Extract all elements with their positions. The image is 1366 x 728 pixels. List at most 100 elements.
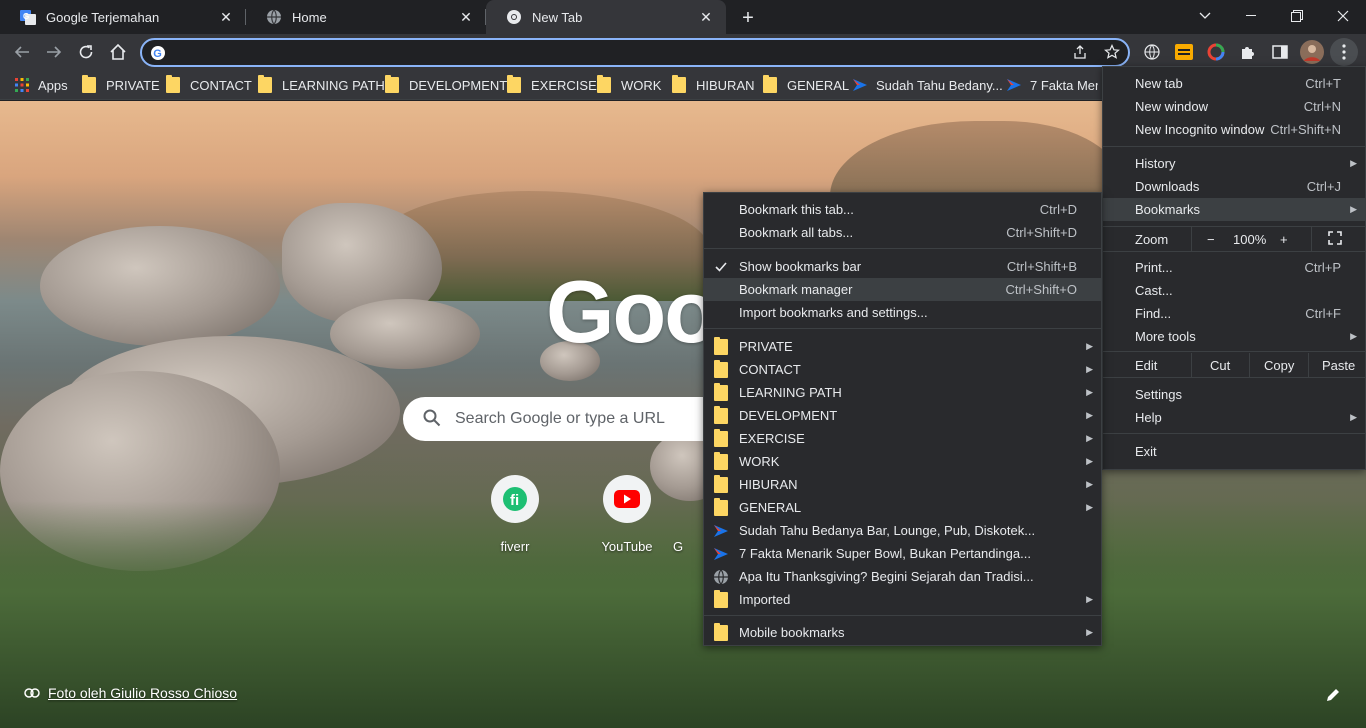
bookmark-folder-contact[interactable]: CONTACT ▶: [704, 358, 1101, 381]
forward-button[interactable]: [40, 38, 68, 66]
menu-item-more-tools[interactable]: More tools ▶: [1103, 325, 1365, 348]
bookmark-folder-imported[interactable]: Imported ▶: [704, 588, 1101, 611]
bookmark-folder-learning-path[interactable]: LEARNING PATH ▶: [704, 381, 1101, 404]
menu-item-print[interactable]: Print... Ctrl+P: [1103, 256, 1365, 279]
menu-item-bookmark-all-tabs[interactable]: Bookmark all tabs... Ctrl+Shift+D: [704, 221, 1101, 244]
profile-avatar[interactable]: [1298, 38, 1326, 66]
menu-item-bookmark-manager[interactable]: Bookmark manager Ctrl+Shift+O: [704, 278, 1101, 301]
cut-button[interactable]: Cut: [1210, 358, 1230, 373]
paste-button[interactable]: Paste: [1322, 358, 1355, 373]
extension-yellow-button[interactable]: [1170, 38, 1198, 66]
new-tab-button[interactable]: +: [736, 6, 760, 30]
photo-credit-link[interactable]: Foto oleh Giulio Rosso Chioso: [24, 685, 237, 701]
kompas-icon: [713, 546, 729, 562]
menu-item-history[interactable]: History ▶: [1103, 152, 1365, 175]
bookmark-folder-exercise[interactable]: EXERCISE: [507, 75, 597, 94]
bookmark-folder-hiburan[interactable]: HIBURAN ▶: [704, 473, 1101, 496]
menu-item-settings[interactable]: Settings: [1103, 383, 1365, 406]
bookmark-link-sudah-tahu[interactable]: Sudah Tahu Bedanya Bar, Lounge, Pub, Dis…: [704, 519, 1101, 542]
bookmark-link-7-fakta[interactable]: 7 Fakta Mena: [1006, 76, 1098, 94]
close-tab-icon[interactable]: ✕: [458, 9, 474, 25]
bookmark-link-7-fakta[interactable]: 7 Fakta Menarik Super Bowl, Bukan Pertan…: [704, 542, 1101, 565]
minimize-button[interactable]: [1228, 0, 1274, 32]
menu-item-help[interactable]: Help ▶: [1103, 406, 1365, 429]
share-icon[interactable]: [1072, 44, 1088, 63]
bookmark-apps[interactable]: Apps: [14, 76, 68, 94]
bookmark-folder-mobile[interactable]: Mobile bookmarks ▶: [704, 621, 1101, 644]
kompas-icon: [852, 77, 868, 93]
close-window-button[interactable]: [1320, 0, 1366, 32]
back-button[interactable]: [8, 38, 36, 66]
close-tab-icon[interactable]: ✕: [218, 9, 234, 25]
home-button[interactable]: [104, 38, 132, 66]
tab-strip: G Google Terjemahan ✕ Home ✕ New Tab ✕ +: [0, 0, 1366, 34]
menu-item-show-bookmarks-bar[interactable]: Show bookmarks bar Ctrl+Shift+B: [704, 255, 1101, 278]
address-input[interactable]: [172, 44, 1052, 62]
menu-item-bookmark-this-tab[interactable]: Bookmark this tab... Ctrl+D: [704, 198, 1101, 221]
kompas-icon: [713, 523, 729, 539]
bookmark-folder-private[interactable]: PRIVATE ▶: [704, 335, 1101, 358]
copy-button[interactable]: Copy: [1264, 358, 1294, 373]
omnibox[interactable]: G: [140, 38, 1130, 67]
extensions-button[interactable]: [1234, 38, 1262, 66]
bookmark-folder-development[interactable]: DEVELOPMENT: [385, 75, 507, 94]
bookmark-folder-private[interactable]: PRIVATE: [82, 75, 160, 94]
star-icon[interactable]: [1104, 44, 1120, 63]
menu-item-find[interactable]: Find... Ctrl+F: [1103, 302, 1365, 325]
tab-home[interactable]: Home ✕: [246, 0, 486, 34]
chrome-menu-button[interactable]: [1330, 38, 1358, 66]
menu-item-exit[interactable]: Exit: [1103, 440, 1365, 463]
extension-color-button[interactable]: [1202, 38, 1230, 66]
bookmark-folder-learning-path[interactable]: LEARNING PATH: [258, 75, 385, 94]
submenu-arrow-icon: ▶: [1086, 341, 1093, 351]
shortcut-fiverr[interactable]: fi fiverr: [465, 475, 565, 554]
tab-title: Google Terjemahan: [46, 9, 160, 25]
bookmark-folder-general[interactable]: GENERAL: [763, 75, 850, 94]
bookmark-folder-development[interactable]: DEVELOPMENT ▶: [704, 404, 1101, 427]
menu-item-new-tab[interactable]: New tab Ctrl+T: [1103, 72, 1365, 95]
menu-item-new-incognito[interactable]: New Incognito window Ctrl+Shift+N: [1103, 118, 1365, 141]
bookmark-folder-work[interactable]: WORK ▶: [704, 450, 1101, 473]
bookmark-link-sudah-tahu[interactable]: Sudah Tahu Bedany...: [852, 76, 1003, 94]
folder-icon: [714, 405, 728, 424]
fullscreen-icon[interactable]: [1328, 231, 1342, 248]
shortcut-label: G: [672, 539, 684, 554]
menu-item-downloads[interactable]: Downloads Ctrl+J: [1103, 175, 1365, 198]
bookmark-folder-contact[interactable]: CONTACT: [166, 75, 252, 94]
tab-title: Home: [292, 9, 327, 25]
bookmark-folder-general[interactable]: GENERAL ▶: [704, 496, 1101, 519]
globe-extension-button[interactable]: [1138, 38, 1166, 66]
submenu-arrow-icon: ▶: [1086, 433, 1093, 443]
menu-item-import-bookmarks[interactable]: Import bookmarks and settings...: [704, 301, 1101, 324]
bookmark-folder-exercise[interactable]: EXERCISE ▶: [704, 427, 1101, 450]
chrome-icon: [506, 9, 522, 25]
menu-item-edit: Edit Cut Copy Paste: [1103, 353, 1365, 377]
tab-google-terjemahan[interactable]: G Google Terjemahan ✕: [0, 0, 246, 34]
bookmark-label: GENERAL: [787, 77, 850, 93]
chrome-main-menu: New tab Ctrl+T New window Ctrl+N New Incog…: [1102, 66, 1366, 470]
shortcut-partial[interactable]: G: [648, 475, 708, 554]
bookmark-link-thanksgiving[interactable]: Apa Itu Thanksgiving? Begini Sejarah dan…: [704, 565, 1101, 588]
globe-icon: [713, 569, 729, 585]
menu-item-bookmarks[interactable]: Bookmarks ▶: [1103, 198, 1365, 221]
globe-icon: [1144, 44, 1160, 60]
zoom-out-button[interactable]: −: [1207, 232, 1215, 247]
side-panel-button[interactable]: [1266, 38, 1294, 66]
google-logo: Goo: [546, 262, 718, 361]
zoom-in-button[interactable]: +: [1280, 232, 1288, 247]
tab-title: New Tab: [532, 9, 583, 25]
tab-search-button[interactable]: [1182, 0, 1228, 32]
restore-button[interactable]: [1274, 0, 1320, 32]
svg-text:fi: fi: [510, 492, 519, 509]
reload-button[interactable]: [72, 38, 100, 66]
submenu-arrow-icon: ▶: [1350, 158, 1357, 168]
menu-item-cast[interactable]: Cast...: [1103, 279, 1365, 302]
menu-item-new-window[interactable]: New window Ctrl+N: [1103, 95, 1365, 118]
bookmark-folder-work[interactable]: WORK: [597, 75, 661, 94]
customize-button[interactable]: [1325, 687, 1345, 707]
menu-separator: [1103, 146, 1365, 147]
bookmark-folder-hiburan[interactable]: HIBURAN: [672, 75, 755, 94]
submenu-arrow-icon: ▶: [1086, 627, 1093, 637]
close-tab-icon[interactable]: ✕: [698, 9, 714, 25]
tab-new-tab[interactable]: New Tab ✕: [486, 0, 726, 34]
